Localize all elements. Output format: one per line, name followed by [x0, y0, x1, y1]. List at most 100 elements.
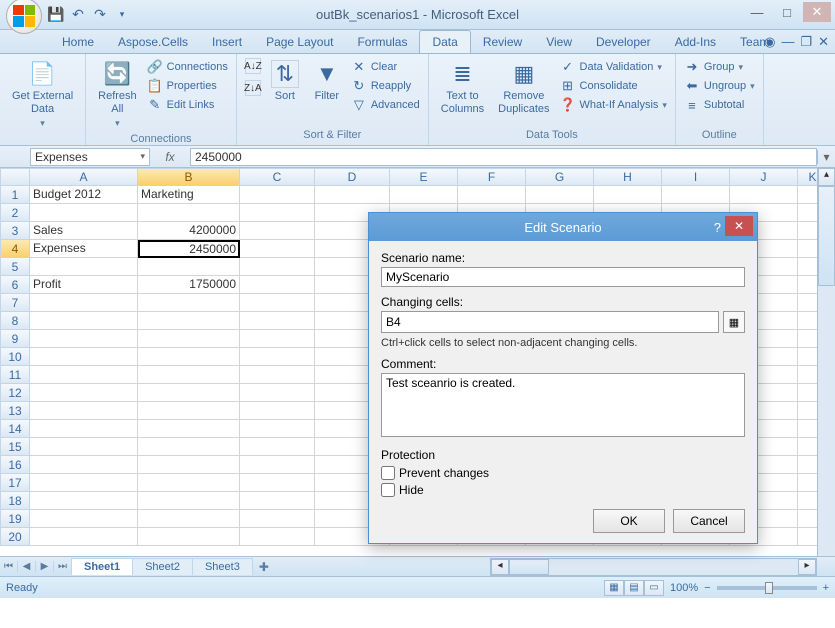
connections-button[interactable]: 🔗Connections: [147, 58, 228, 76]
row-header-9[interactable]: 9: [0, 330, 30, 348]
restore-window-icon[interactable]: ❐: [800, 34, 812, 50]
col-header-B[interactable]: B: [138, 168, 240, 186]
col-header-D[interactable]: D: [315, 168, 390, 186]
row-header-20[interactable]: 20: [0, 528, 30, 546]
subtotal-button[interactable]: ≡Subtotal: [684, 96, 755, 114]
cell-C13[interactable]: [240, 402, 315, 420]
cell-A3[interactable]: Sales: [30, 222, 138, 240]
col-header-I[interactable]: I: [662, 168, 730, 186]
row-header-2[interactable]: 2: [0, 204, 30, 222]
row-header-8[interactable]: 8: [0, 312, 30, 330]
tab-review[interactable]: Review: [471, 31, 534, 53]
cell-C1[interactable]: [240, 186, 315, 204]
filter-button[interactable]: ▼Filter: [309, 58, 345, 105]
cell-A13[interactable]: [30, 402, 138, 420]
hide-checkbox[interactable]: [381, 483, 395, 497]
minimize-ribbon-icon[interactable]: —: [781, 34, 794, 50]
cell-B17[interactable]: [138, 474, 240, 492]
cell-B13[interactable]: [138, 402, 240, 420]
consolidate-button[interactable]: ⊞Consolidate: [560, 77, 667, 95]
cell-C17[interactable]: [240, 474, 315, 492]
cell-C14[interactable]: [240, 420, 315, 438]
row-header-4[interactable]: 4: [0, 240, 30, 258]
cancel-button[interactable]: Cancel: [673, 509, 745, 533]
cell-B11[interactable]: [138, 366, 240, 384]
get-external-data-button[interactable]: 📄Get External Data: [8, 58, 77, 131]
normal-view-icon[interactable]: ▦: [604, 580, 624, 596]
cell-A14[interactable]: [30, 420, 138, 438]
zoom-in-icon[interactable]: +: [823, 582, 829, 594]
remove-duplicates-button[interactable]: ▦Remove Duplicates: [494, 58, 553, 118]
cell-A10[interactable]: [30, 348, 138, 366]
cell-C4[interactable]: [240, 240, 315, 258]
cell-B20[interactable]: [138, 528, 240, 546]
row-header-5[interactable]: 5: [0, 258, 30, 276]
reapply-button[interactable]: ↻Reapply: [351, 77, 420, 95]
range-selector-icon[interactable]: ▦: [723, 311, 745, 333]
row-header-18[interactable]: 18: [0, 492, 30, 510]
cell-A12[interactable]: [30, 384, 138, 402]
cell-C18[interactable]: [240, 492, 315, 510]
cell-A17[interactable]: [30, 474, 138, 492]
cell-C12[interactable]: [240, 384, 315, 402]
office-button[interactable]: [6, 0, 42, 34]
scroll-left-icon[interactable]: ◂: [491, 559, 509, 575]
cell-A19[interactable]: [30, 510, 138, 528]
properties-button[interactable]: 📋Properties: [147, 77, 228, 95]
tab-insert[interactable]: Insert: [200, 31, 254, 53]
h-scroll-thumb[interactable]: [509, 559, 549, 575]
zoom-level[interactable]: 100%: [670, 582, 698, 594]
row-header-6[interactable]: 6: [0, 276, 30, 294]
cell-C20[interactable]: [240, 528, 315, 546]
qat-more-icon[interactable]: ▾: [114, 7, 130, 23]
cell-A6[interactable]: Profit: [30, 276, 138, 294]
cell-A4[interactable]: Expenses: [30, 240, 138, 258]
prevent-changes-checkbox[interactable]: [381, 466, 395, 480]
close-button[interactable]: ✕: [803, 2, 831, 22]
text-to-columns-button[interactable]: ≣Text to Columns: [437, 58, 488, 118]
row-header-13[interactable]: 13: [0, 402, 30, 420]
row-header-7[interactable]: 7: [0, 294, 30, 312]
cell-B3[interactable]: 4200000: [138, 222, 240, 240]
scroll-up-icon[interactable]: ▴: [818, 168, 835, 186]
row-header-19[interactable]: 19: [0, 510, 30, 528]
cell-D1[interactable]: [315, 186, 390, 204]
tab-view[interactable]: View: [534, 31, 584, 53]
horizontal-scrollbar[interactable]: ◂ ▸: [490, 558, 817, 576]
dialog-close-button[interactable]: ✕: [725, 216, 753, 236]
group-button[interactable]: ➜Group: [684, 58, 755, 76]
col-header-C[interactable]: C: [240, 168, 315, 186]
cell-C2[interactable]: [240, 204, 315, 222]
last-sheet-icon[interactable]: ⏭: [54, 561, 72, 572]
cell-B19[interactable]: [138, 510, 240, 528]
dialog-help-icon[interactable]: ?: [714, 220, 721, 235]
cell-B14[interactable]: [138, 420, 240, 438]
expand-formula-bar-icon[interactable]: ▾: [817, 150, 835, 164]
cell-A11[interactable]: [30, 366, 138, 384]
minimize-button[interactable]: —: [743, 2, 771, 22]
undo-icon[interactable]: ↶: [70, 7, 86, 23]
cell-B1[interactable]: Marketing: [138, 186, 240, 204]
scroll-thumb[interactable]: [818, 186, 835, 286]
cell-A16[interactable]: [30, 456, 138, 474]
help-icon[interactable]: ◉: [764, 34, 775, 50]
cell-C19[interactable]: [240, 510, 315, 528]
data-validation-button[interactable]: ✓Data Validation: [560, 58, 667, 76]
sort-asc-icon[interactable]: A↓Z: [245, 58, 261, 74]
tab-developer[interactable]: Developer: [584, 31, 663, 53]
col-header-J[interactable]: J: [730, 168, 798, 186]
cell-B8[interactable]: [138, 312, 240, 330]
cell-A5[interactable]: [30, 258, 138, 276]
cell-E1[interactable]: [390, 186, 458, 204]
row-header-1[interactable]: 1: [0, 186, 30, 204]
comment-textarea[interactable]: [381, 373, 745, 437]
sheet-tab-1[interactable]: Sheet1: [71, 558, 133, 575]
cell-A9[interactable]: [30, 330, 138, 348]
sort-desc-icon[interactable]: Z↓A: [245, 80, 261, 96]
fx-icon[interactable]: fx: [150, 150, 190, 164]
cell-A8[interactable]: [30, 312, 138, 330]
cell-B5[interactable]: [138, 258, 240, 276]
cell-A20[interactable]: [30, 528, 138, 546]
cell-G1[interactable]: [526, 186, 594, 204]
cell-C5[interactable]: [240, 258, 315, 276]
